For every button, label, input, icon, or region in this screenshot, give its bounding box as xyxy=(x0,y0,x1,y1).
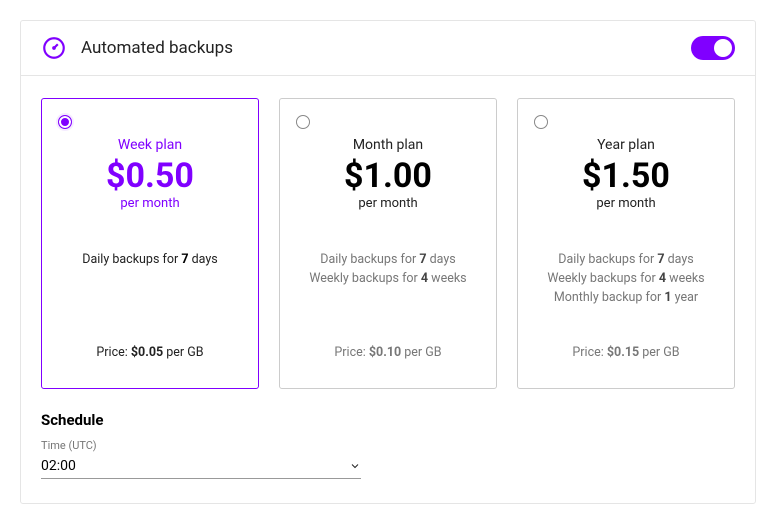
plan-name: Month plan xyxy=(292,137,484,153)
plan-radio[interactable] xyxy=(296,115,310,129)
plan-features: Daily backups for 7 days xyxy=(54,251,246,311)
schedule-section: Schedule Time (UTC) 02:00 xyxy=(41,411,735,479)
panel-header: Automated backups xyxy=(21,21,755,76)
plan-card-week[interactable]: Week plan $0.50 per month Daily backups … xyxy=(41,98,259,389)
enable-toggle[interactable] xyxy=(691,36,735,60)
schedule-title: Schedule xyxy=(41,411,735,429)
plan-price: $1.00 xyxy=(292,157,484,196)
plan-features: Daily backups for 7 days Weekly backups … xyxy=(292,251,484,311)
plan-price: $1.50 xyxy=(530,157,722,196)
automated-backups-panel: Automated backups Week plan $0.50 per mo… xyxy=(20,20,756,504)
plan-price-gb: Price: $0.15 per GB xyxy=(530,345,722,360)
plan-price-gb: Price: $0.05 per GB xyxy=(54,345,246,360)
time-label: Time (UTC) xyxy=(41,439,735,452)
plan-name: Week plan xyxy=(54,137,246,153)
panel-body: Week plan $0.50 per month Daily backups … xyxy=(21,76,755,503)
plan-feature: Daily backups for 7 days xyxy=(530,251,722,270)
plan-feature: Weekly backups for 4 weeks xyxy=(292,270,484,289)
plan-feature: Weekly backups for 4 weeks xyxy=(530,270,722,289)
gauge-icon xyxy=(41,35,67,61)
plan-card-year[interactable]: Year plan $1.50 per month Daily backups … xyxy=(517,98,735,389)
time-select[interactable]: 02:00 xyxy=(41,454,361,479)
plan-price: $0.50 xyxy=(54,157,246,196)
plan-list: Week plan $0.50 per month Daily backups … xyxy=(41,98,735,389)
chevron-down-icon xyxy=(349,460,361,472)
plan-name: Year plan xyxy=(530,137,722,153)
plan-permonth: per month xyxy=(530,196,722,211)
plan-permonth: per month xyxy=(292,196,484,211)
plan-price-gb: Price: $0.10 per GB xyxy=(292,345,484,360)
plan-feature: Daily backups for 7 days xyxy=(54,251,246,270)
plan-radio[interactable] xyxy=(58,115,72,129)
plan-feature: Daily backups for 7 days xyxy=(292,251,484,270)
time-value: 02:00 xyxy=(41,458,349,474)
panel-title: Automated backups xyxy=(81,38,691,58)
plan-feature: Monthly backup for 1 year xyxy=(530,289,722,308)
toggle-knob xyxy=(714,39,732,57)
plan-radio[interactable] xyxy=(534,115,548,129)
plan-permonth: per month xyxy=(54,196,246,211)
plan-card-month[interactable]: Month plan $1.00 per month Daily backups… xyxy=(279,98,497,389)
plan-features: Daily backups for 7 days Weekly backups … xyxy=(530,251,722,311)
